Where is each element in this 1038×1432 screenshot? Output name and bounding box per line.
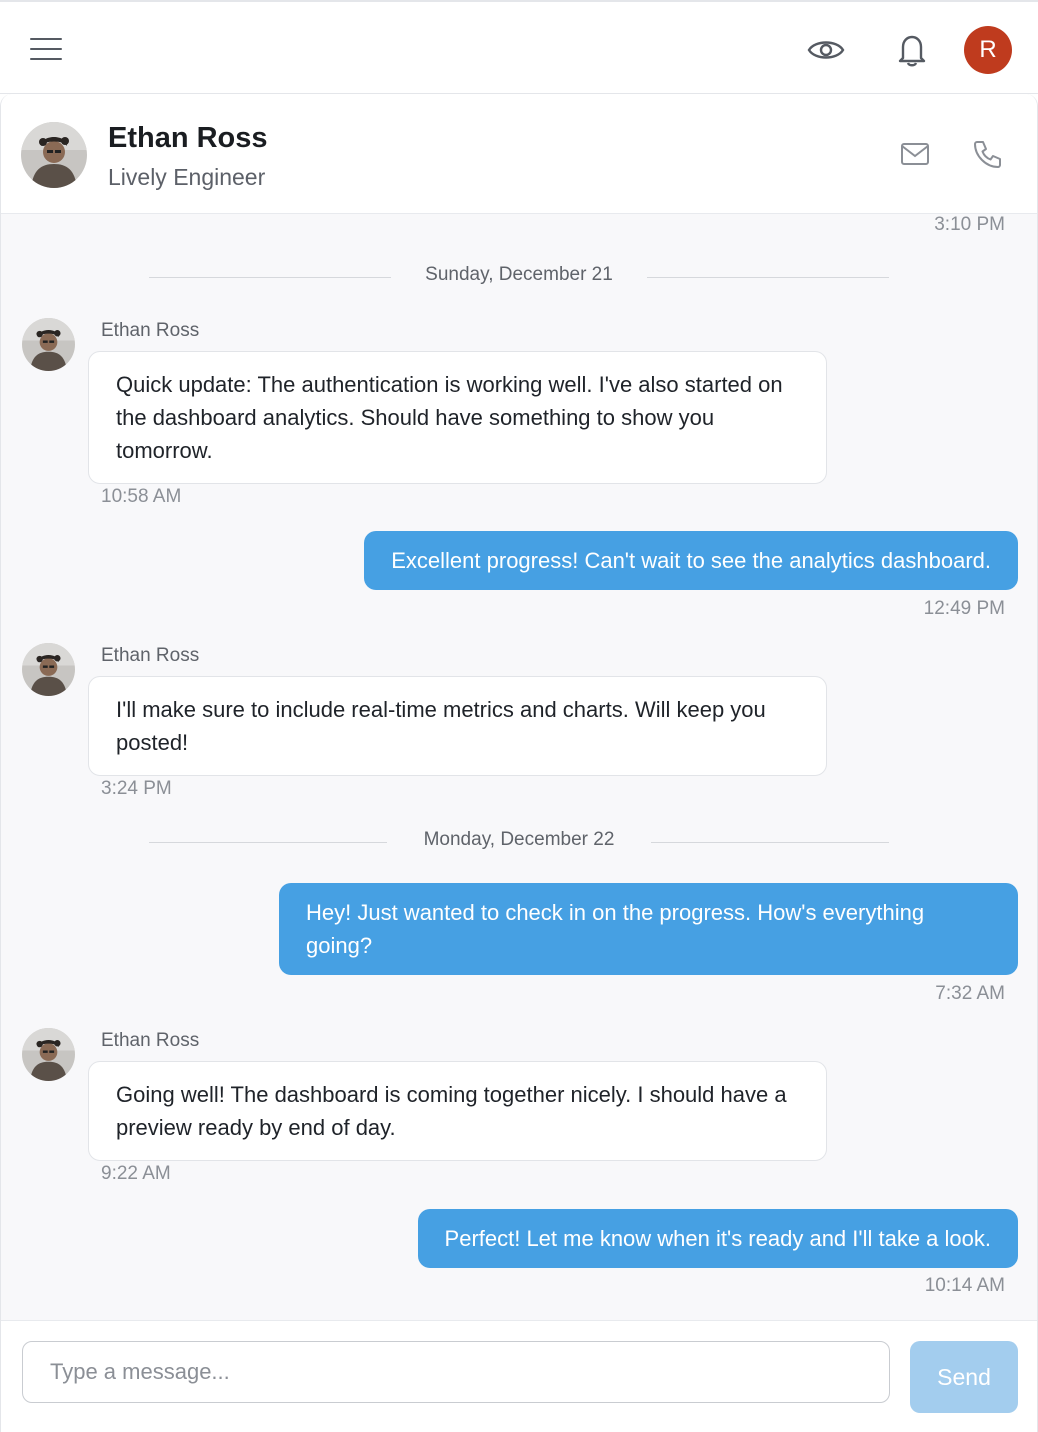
phone-icon[interactable] xyxy=(968,134,1008,174)
sender-avatar xyxy=(22,1028,75,1081)
mail-icon[interactable] xyxy=(895,134,935,174)
message-input[interactable] xyxy=(22,1341,890,1403)
message-timestamp: 10:58 AM xyxy=(101,486,182,507)
sender-name: Ethan Ross xyxy=(101,645,200,666)
date-divider: Sunday, December 21 xyxy=(149,264,889,292)
contact-role: Lively Engineer xyxy=(108,164,266,190)
top-navigation-bar: R xyxy=(0,0,1038,94)
outgoing-message: Perfect! Let me know when it's ready and… xyxy=(417,1209,1018,1268)
hamburger-menu-icon[interactable] xyxy=(30,38,62,62)
chat-panel: Ethan Ross Lively Engineer 3:10 PM Sunda… xyxy=(0,94,1038,1432)
message-timestamp: 3:24 PM xyxy=(101,778,172,799)
message-timestamp: 7:32 AM xyxy=(935,983,1005,1004)
send-button[interactable]: Send xyxy=(910,1341,1018,1413)
eye-icon[interactable] xyxy=(806,30,846,70)
incoming-message: I'll make sure to include real-time metr… xyxy=(88,676,827,776)
chat-header: Ethan Ross Lively Engineer xyxy=(1,94,1037,214)
message-timestamp: 3:10 PM xyxy=(934,214,1005,235)
message-timestamp: 12:49 PM xyxy=(923,598,1005,619)
sender-name: Ethan Ross xyxy=(101,1030,200,1051)
message-timestamp: 9:22 AM xyxy=(101,1163,171,1184)
sender-name: Ethan Ross xyxy=(101,320,200,341)
message-list[interactable]: 3:10 PM Sunday, December 21 Ethan Ross Q… xyxy=(1,214,1037,1320)
outgoing-message: Hey! Just wanted to check in on the prog… xyxy=(279,883,1018,975)
contact-name: Ethan Ross xyxy=(108,122,268,154)
outgoing-message: Excellent progress! Can't wait to see th… xyxy=(364,531,1018,590)
date-divider-label: Sunday, December 21 xyxy=(425,264,613,285)
date-divider-label: Monday, December 22 xyxy=(423,829,615,850)
bell-icon[interactable] xyxy=(892,30,932,70)
incoming-message: Quick update: The authentication is work… xyxy=(88,351,827,484)
incoming-message: Going well! The dashboard is coming toge… xyxy=(88,1061,827,1161)
sender-avatar xyxy=(22,643,75,696)
message-composer: Send xyxy=(1,1320,1037,1432)
contact-avatar xyxy=(21,122,87,188)
sender-avatar xyxy=(22,318,75,371)
message-timestamp: 10:14 AM xyxy=(924,1275,1005,1296)
date-divider: Monday, December 22 xyxy=(149,829,889,857)
user-avatar[interactable]: R xyxy=(964,26,1012,74)
